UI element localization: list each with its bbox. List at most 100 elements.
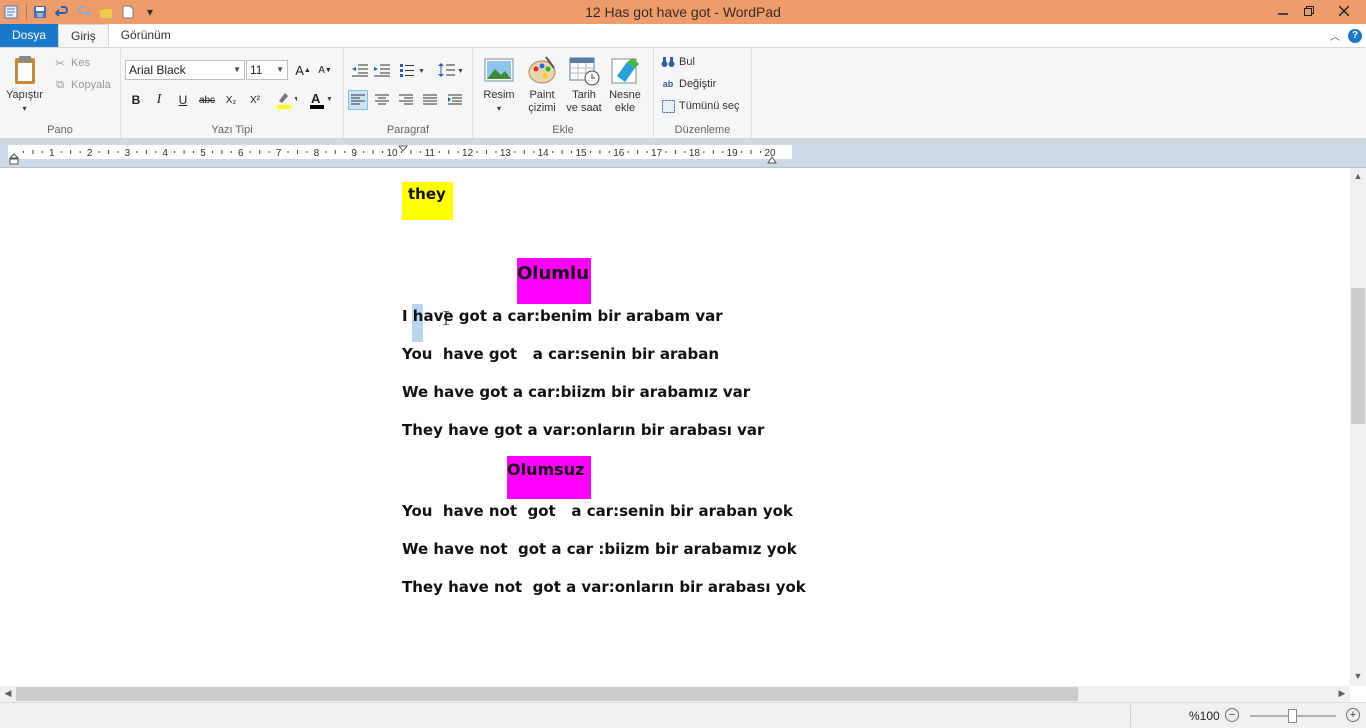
insert-datetime-button[interactable]: Tarih ve saat xyxy=(564,54,604,115)
scroll-right-icon[interactable]: ▶ xyxy=(1334,688,1350,699)
negative-line-1: You have not got a car:senin bir araban … xyxy=(402,502,793,520)
insert-object-button[interactable]: Nesne ekle xyxy=(607,54,643,115)
calendar-clock-icon xyxy=(569,57,600,86)
vertical-scroll-thumb[interactable] xyxy=(1351,288,1365,424)
close-icon[interactable] xyxy=(1322,0,1366,22)
paragraph-settings-icon[interactable] xyxy=(445,90,465,110)
scroll-up-icon[interactable]: ▲ xyxy=(1350,171,1366,181)
paragraph-group: ▼ ▼ Paragraf xyxy=(344,48,473,138)
decrease-indent-icon[interactable] xyxy=(350,60,370,80)
first-line-indent-marker[interactable] xyxy=(397,142,409,152)
collapse-ribbon-icon[interactable]: ︿ xyxy=(1330,28,1340,43)
italic-button[interactable]: I xyxy=(149,90,169,110)
copy-icon: ⧉ xyxy=(56,78,64,91)
tab-view[interactable]: Görünüm xyxy=(109,24,183,47)
undo-icon[interactable] xyxy=(53,3,71,21)
tab-home[interactable]: Giriş xyxy=(58,24,109,47)
scissors-icon: ✂ xyxy=(55,57,65,70)
paste-button[interactable]: Yapıştır ▾ xyxy=(6,54,43,115)
text-they: they xyxy=(408,185,446,203)
font-family-select[interactable]: Arial Black ▼ xyxy=(125,60,245,80)
increase-indent-icon[interactable] xyxy=(372,60,392,80)
align-left-icon[interactable] xyxy=(348,90,368,110)
cut-button[interactable]: ✂ Kes xyxy=(53,56,90,70)
customize-toolbar-icon[interactable]: ▾ xyxy=(141,3,159,21)
copy-button[interactable]: ⧉ Kopyala xyxy=(53,78,111,92)
vertical-scrollbar[interactable]: ▲ ▼ xyxy=(1350,168,1366,686)
title-bar: ▾ 12 Has got have got - WordPad xyxy=(0,0,1366,24)
bullet-list-icon[interactable]: ▼ xyxy=(398,60,428,80)
font-color-icon: A ▼ xyxy=(310,91,331,109)
justify-icon[interactable] xyxy=(420,90,440,110)
positive-line-1: I have got a car:benim bir arabam var xyxy=(402,307,723,325)
right-indent-marker[interactable] xyxy=(767,153,777,164)
tab-file[interactable]: Dosya xyxy=(0,24,59,47)
ruler-number: 17 xyxy=(651,148,663,159)
positive-line-3: We have got a car:biizm bir arabamız var xyxy=(402,383,751,401)
quick-access-toolbar: ▾ xyxy=(0,0,163,24)
svg-text:▼: ▼ xyxy=(293,96,297,103)
zoom-slider-thumb[interactable] xyxy=(1288,709,1297,723)
restore-icon[interactable] xyxy=(1296,0,1322,22)
paint-palette-icon xyxy=(528,56,556,84)
minimize-icon[interactable] xyxy=(1270,0,1296,22)
heading-negative: Olumsuz xyxy=(507,460,585,479)
horizontal-scrollbar[interactable]: ◀ ▶ xyxy=(0,686,1350,702)
find-button[interactable]: Bul xyxy=(661,55,695,69)
clipboard-group: Yapıştır ▾ ✂ Kes ⧉ Kopyala Pano xyxy=(0,48,121,138)
highlighter-icon: ▼ xyxy=(277,93,297,109)
ruler-number: 7 xyxy=(276,148,282,159)
ruler-number: 10 xyxy=(386,148,398,159)
scroll-left-icon[interactable]: ◀ xyxy=(0,688,16,699)
clipboard-group-label: Pano xyxy=(47,124,73,136)
replace-button[interactable]: ab Değiştir xyxy=(661,77,717,91)
new-document-icon[interactable] xyxy=(119,3,137,21)
bold-button[interactable]: B xyxy=(126,90,146,110)
redo-icon[interactable] xyxy=(75,3,93,21)
highlight-color-button[interactable]: ▼ xyxy=(271,90,301,110)
line-spacing-icon[interactable]: ▼ xyxy=(436,60,466,80)
wordpad-app-icon[interactable] xyxy=(2,3,20,21)
align-center-icon[interactable] xyxy=(372,90,392,110)
insert-group-label: Ekle xyxy=(552,124,574,136)
paragraph-group-label: Paragraf xyxy=(386,124,430,136)
left-indent-marker[interactable] xyxy=(8,153,20,165)
align-right-icon[interactable] xyxy=(396,90,416,110)
status-divider xyxy=(1130,705,1131,727)
scroll-down-icon[interactable]: ▼ xyxy=(1350,671,1366,681)
ruler-number: 1 xyxy=(49,148,55,159)
clipboard-icon xyxy=(14,56,35,84)
positive-line-4: They have got a var:onların bir arabası … xyxy=(402,421,765,439)
strikethrough-button[interactable]: abc xyxy=(197,90,217,110)
zoom-in-button[interactable]: + xyxy=(1346,708,1360,722)
document-canvas[interactable]: they Olumlu I have got a car:benim bir a… xyxy=(0,168,1350,686)
new-folder-icon[interactable] xyxy=(97,3,115,21)
svg-text:▼: ▼ xyxy=(418,68,425,75)
insert-picture-button[interactable]: Resim ▾ xyxy=(482,54,516,115)
superscript-button[interactable]: X² xyxy=(245,90,265,110)
shrink-font-button[interactable]: A ▼ xyxy=(315,60,335,80)
ruler-number: 3 xyxy=(125,148,131,159)
select-all-button[interactable]: Tümünü seç xyxy=(661,99,740,113)
ruler-number: 13 xyxy=(500,148,512,159)
replace-icon: ab xyxy=(662,79,674,89)
underline-button[interactable]: U xyxy=(173,90,193,110)
ruler-number: 6 xyxy=(238,148,244,159)
paint-drawing-button[interactable]: Paint çizimi xyxy=(524,54,560,115)
ruler-number: 4 xyxy=(162,148,168,159)
negative-line-3: They have not got a var:onların bir arab… xyxy=(402,578,806,596)
binoculars-icon xyxy=(661,55,675,69)
ruler-number: 12 xyxy=(462,148,474,159)
help-icon[interactable]: ? xyxy=(1348,28,1362,43)
grow-font-button[interactable]: A ▲ xyxy=(293,60,313,80)
zoom-out-button[interactable]: − xyxy=(1225,708,1239,722)
ruler-number: 18 xyxy=(689,148,701,159)
zoom-level: %100 xyxy=(1189,709,1220,723)
text-cursor-icon xyxy=(443,310,449,326)
text-color-button[interactable]: A ▼ xyxy=(305,90,335,110)
horizontal-scroll-thumb[interactable] xyxy=(16,687,1078,701)
font-size-select[interactable]: 11 ▼ xyxy=(246,60,288,80)
subscript-button[interactable]: X₂ xyxy=(221,90,241,110)
save-icon[interactable] xyxy=(31,3,49,21)
select-all-icon xyxy=(661,99,675,113)
